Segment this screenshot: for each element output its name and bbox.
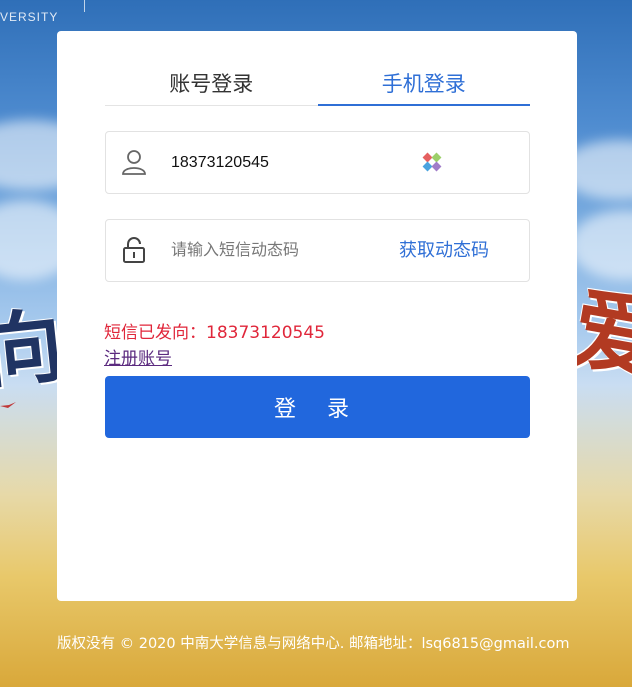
sms-status-text: 短信已发向：18373120545 bbox=[104, 323, 325, 343]
lock-icon bbox=[123, 237, 145, 263]
sms-code-input[interactable] bbox=[169, 234, 393, 268]
brand-text: VERSITY bbox=[0, 10, 59, 24]
tab-account-login[interactable]: 账号登录 bbox=[105, 61, 318, 105]
tab-phone-login[interactable]: 手机登录 bbox=[317, 61, 531, 106]
user-icon bbox=[122, 150, 146, 175]
code-field[interactable]: 获取动态码 bbox=[105, 219, 530, 282]
get-code-button[interactable]: 获取动态码 bbox=[399, 236, 489, 262]
login-card: 账号登录 手机登录 获取动态码 短信已发向：18373120545 注册账号 登… bbox=[57, 31, 577, 601]
phone-input[interactable] bbox=[169, 146, 393, 180]
bird-icon bbox=[0, 402, 16, 408]
login-button[interactable]: 登 录 bbox=[105, 376, 530, 438]
brand-divider bbox=[84, 0, 85, 12]
clear-icon[interactable] bbox=[422, 152, 442, 172]
login-tabs: 账号登录 手机登录 bbox=[105, 61, 530, 106]
register-link[interactable]: 注册账号 bbox=[104, 344, 172, 369]
footer-copyright: 版权没有 © 2020 中南大学信息与网络中心. 邮箱地址：lsq6815@gm… bbox=[57, 636, 570, 652]
phone-field[interactable] bbox=[105, 131, 530, 194]
